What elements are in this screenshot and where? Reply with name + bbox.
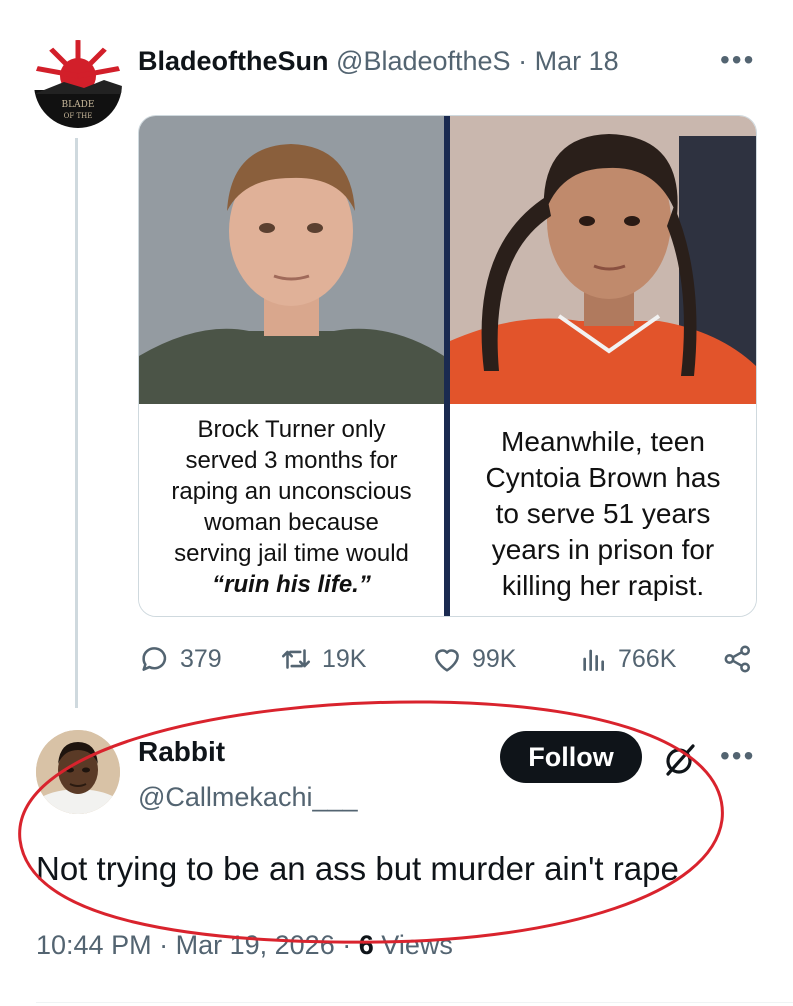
media-caption-right: Meanwhile, teen Cyntoia Brown has to ser… [450,424,756,604]
divider [36,1002,793,1003]
caption-left-line: serving jail time would [174,540,409,567]
share-icon [724,645,751,673]
avatar[interactable]: BLADE OF THE [34,40,122,128]
views-count: 766K [618,644,677,673]
reply-time[interactable]: 10:44 PM [36,930,152,960]
repost-icon [281,649,311,669]
like-action[interactable]: 99K [430,642,516,676]
thread-connector-line [75,138,78,708]
avatar-text-blade: BLADE [62,100,95,110]
caption-left-line: woman because [204,509,379,536]
reply-views-label: Views [381,930,453,960]
reply-more-options-icon[interactable]: ••• [720,740,755,772]
grok-icon[interactable] [660,740,700,785]
caption-left-line: raping an unconscious [171,478,412,505]
header-separator: · [518,46,528,76]
author-name[interactable]: BladeoftheSun [138,46,329,76]
reply-meta: 10:44 PM · Mar 19, 2026 · 6 Views [36,930,453,961]
tweet-date[interactable]: Mar 18 [535,46,619,76]
tweet-header: BladeoftheSun @BladeoftheS · Mar 18 [138,46,619,77]
caption-right-line: years in prison for [491,534,715,565]
analytics-icon [583,649,604,671]
like-count: 99K [472,644,517,673]
tweet-media-image[interactable]: Brock Turner only served 3 months for ra… [138,115,757,617]
caption-right-line: Meanwhile, teen [501,426,705,457]
views-action[interactable]: 766K [578,642,676,676]
media-caption-left: Brock Turner only served 3 months for ra… [139,414,444,600]
share-action[interactable] [721,642,763,676]
author-handle[interactable]: @BladeoftheS [336,46,511,76]
reply-count: 379 [180,644,222,673]
caption-right-line: to serve 51 years [495,498,711,529]
caption-right-line: killing her rapist. [501,570,705,601]
follow-button[interactable]: Follow [500,731,642,783]
reply-avatar[interactable] [36,730,120,814]
tweet-action-bar: 379 19K 99K 766K [138,642,758,686]
more-options-icon[interactable]: ••• [720,44,755,76]
caption-left-line: “ruin his life.” [212,571,371,598]
repost-action[interactable]: 19K [278,642,366,676]
caption-right-line: Cyntoia Brown has [485,462,721,493]
reply-author-handle[interactable]: @Callmekachi___ [138,782,358,813]
heart-icon [435,649,459,672]
avatar-text-of-the: OF THE [64,112,93,120]
meta-separator: · [342,930,352,960]
caption-left-line: served 3 months for [185,447,398,474]
reply-icon [142,647,167,671]
reply-date[interactable]: Mar 19, 2026 [176,930,335,960]
repost-count: 19K [322,644,367,673]
reply-views-count: 6 [358,930,374,960]
reply-action[interactable]: 379 [138,642,222,676]
meta-separator: · [159,930,169,960]
annotation-circle [18,700,724,944]
reply-text: Not trying to be an ass but murder ain't… [36,850,679,887]
caption-left-line: Brock Turner only [197,416,386,443]
reply-author-name[interactable]: Rabbit [138,736,225,768]
